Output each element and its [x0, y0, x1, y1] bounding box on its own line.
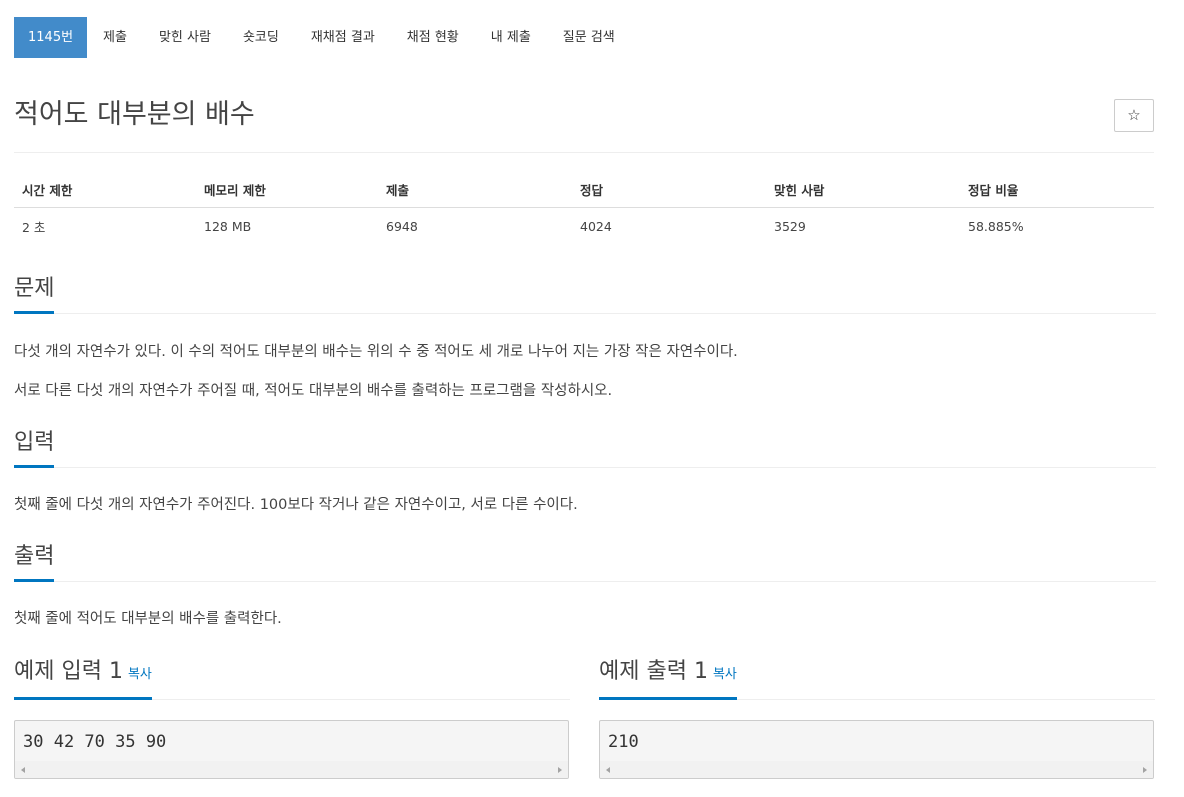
info-header-accepted: 정답 [580, 183, 604, 198]
input-section-title: 입력 [14, 428, 55, 468]
problem-description-line-2: 서로 다른 다섯 개의 자연수가 주어질 때, 적어도 대부분의 배수를 출력하… [14, 383, 613, 399]
copy-sample-output-link[interactable]: 복사 [713, 667, 737, 682]
tab-submit[interactable]: 제출 [87, 17, 143, 58]
section-divider [14, 467, 1156, 468]
title-divider [14, 152, 1154, 153]
sample-output-title: 예제 출력 1 복사 [599, 657, 737, 700]
info-accept-ratio: 58.885% [968, 218, 1024, 234]
sample-output-content: 210 [608, 732, 639, 752]
sample-output-scrollbar[interactable] [600, 761, 1153, 778]
tab-judge-status[interactable]: 채점 현황 [391, 17, 475, 58]
scroll-right-icon[interactable] [1143, 767, 1147, 773]
tab-solved-users[interactable]: 맞힌 사람 [143, 17, 227, 58]
problem-section-header: 문제 [14, 274, 1156, 314]
problem-title: 적어도 대부분의 배수 [14, 99, 255, 130]
sample-output-header: 예제 출력 1 복사 [599, 657, 1155, 700]
favorite-button[interactable]: ☆ [1114, 99, 1154, 132]
tab-problem-number[interactable]: 1145번 [14, 17, 88, 58]
info-header-accept-ratio: 정답 비율 [968, 183, 1019, 198]
output-section-title: 출력 [14, 542, 55, 582]
info-time-limit: 2 초 [22, 219, 46, 235]
output-section-header: 출력 [14, 542, 1156, 582]
output-description: 첫째 줄에 적어도 대부분의 배수를 출력한다. [14, 611, 282, 627]
star-icon: ☆ [1127, 106, 1141, 124]
problem-section-title: 문제 [14, 274, 55, 314]
sample-input-title-text: 예제 입력 1 [14, 659, 123, 684]
problem-description-line-1: 다섯 개의 자연수가 있다. 이 수의 적어도 대부분의 배수는 위의 수 중 … [14, 344, 738, 360]
copy-sample-input-link[interactable]: 복사 [128, 667, 152, 682]
sample-input-content: 30 42 70 35 90 [23, 732, 167, 752]
info-header-submissions: 제출 [386, 183, 410, 198]
scroll-left-icon[interactable] [606, 767, 610, 773]
tab-rejudge-results[interactable]: 재채점 결과 [295, 17, 391, 58]
problem-info-table: 시간 제한 메모리 제한 제출 정답 맞힌 사람 정답 비율 2 초 128 M… [14, 172, 1154, 244]
tab-my-submissions[interactable]: 내 제출 [475, 17, 547, 58]
tab-question-search[interactable]: 질문 검색 [547, 17, 631, 58]
info-table-value-row: 2 초 128 MB 6948 4024 3529 58.885% [14, 208, 1154, 244]
sample-input-title: 예제 입력 1 복사 [14, 657, 152, 700]
info-table-header-row: 시간 제한 메모리 제한 제출 정답 맞힌 사람 정답 비율 [14, 172, 1154, 208]
info-header-memory-limit: 메모리 제한 [204, 183, 266, 198]
info-accepted: 4024 [580, 218, 612, 234]
scroll-right-icon[interactable] [558, 767, 562, 773]
input-description: 첫째 줄에 다섯 개의 자연수가 주어진다. 100보다 작거나 같은 자연수이… [14, 497, 578, 513]
section-divider [14, 581, 1156, 582]
sample-output-box: 210 [599, 720, 1154, 779]
info-header-time-limit: 시간 제한 [22, 183, 73, 198]
problem-menu-tabs: 1145번 제출 맞힌 사람 숏코딩 재채점 결과 채점 현황 내 제출 질문 … [14, 17, 631, 58]
sample-output-title-text: 예제 출력 1 [599, 659, 708, 684]
sample-input-scrollbar[interactable] [15, 761, 568, 778]
info-header-solved-users: 맞힌 사람 [774, 183, 825, 198]
sample-input-header: 예제 입력 1 복사 [14, 657, 570, 700]
info-memory-limit: 128 MB [204, 218, 252, 234]
info-solved-users: 3529 [774, 218, 806, 234]
input-section-header: 입력 [14, 428, 1156, 468]
tab-short-coding[interactable]: 숏코딩 [227, 17, 295, 58]
scroll-left-icon[interactable] [21, 767, 25, 773]
sample-input-box: 30 42 70 35 90 [14, 720, 569, 779]
section-divider [14, 313, 1156, 314]
info-submissions: 6948 [386, 218, 418, 234]
